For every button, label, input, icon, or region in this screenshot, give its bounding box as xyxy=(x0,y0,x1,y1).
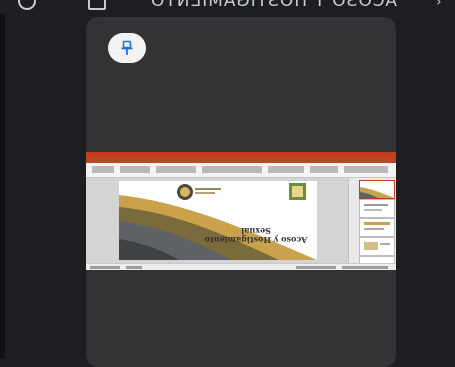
pin-icon xyxy=(121,40,133,55)
left-edge-strip xyxy=(0,0,5,359)
slide-thumbnail[interactable] xyxy=(359,180,395,199)
status-bar xyxy=(86,263,396,270)
shared-screenshot-image[interactable]: Acoso y Hostigamiento Sexual xyxy=(86,152,396,270)
slide-decoration xyxy=(119,183,317,260)
slide-canvas: Acoso y Hostigamiento Sexual xyxy=(119,181,317,260)
more-icon[interactable]: › xyxy=(436,0,442,10)
slide-editor-area: Acoso y Hostigamiento Sexual xyxy=(86,178,348,263)
document-icon[interactable] xyxy=(88,0,106,10)
slide-title: Acoso y Hostigamiento Sexual xyxy=(204,226,308,245)
top-bar: ACOSO Y HOSTIGAMIENTO › xyxy=(0,0,455,14)
back-arrow-icon[interactable] xyxy=(18,0,36,10)
slide-thumbnail[interactable] xyxy=(359,218,395,237)
slide-thumbnails-pane xyxy=(348,178,396,264)
slide-thumbnail[interactable] xyxy=(359,237,395,256)
pin-button[interactable] xyxy=(108,33,146,63)
slide-thumbnail[interactable] xyxy=(359,199,395,218)
ribbon xyxy=(86,163,396,178)
conversation-title: ACOSO Y HOSTIGAMIENTO xyxy=(150,0,398,11)
